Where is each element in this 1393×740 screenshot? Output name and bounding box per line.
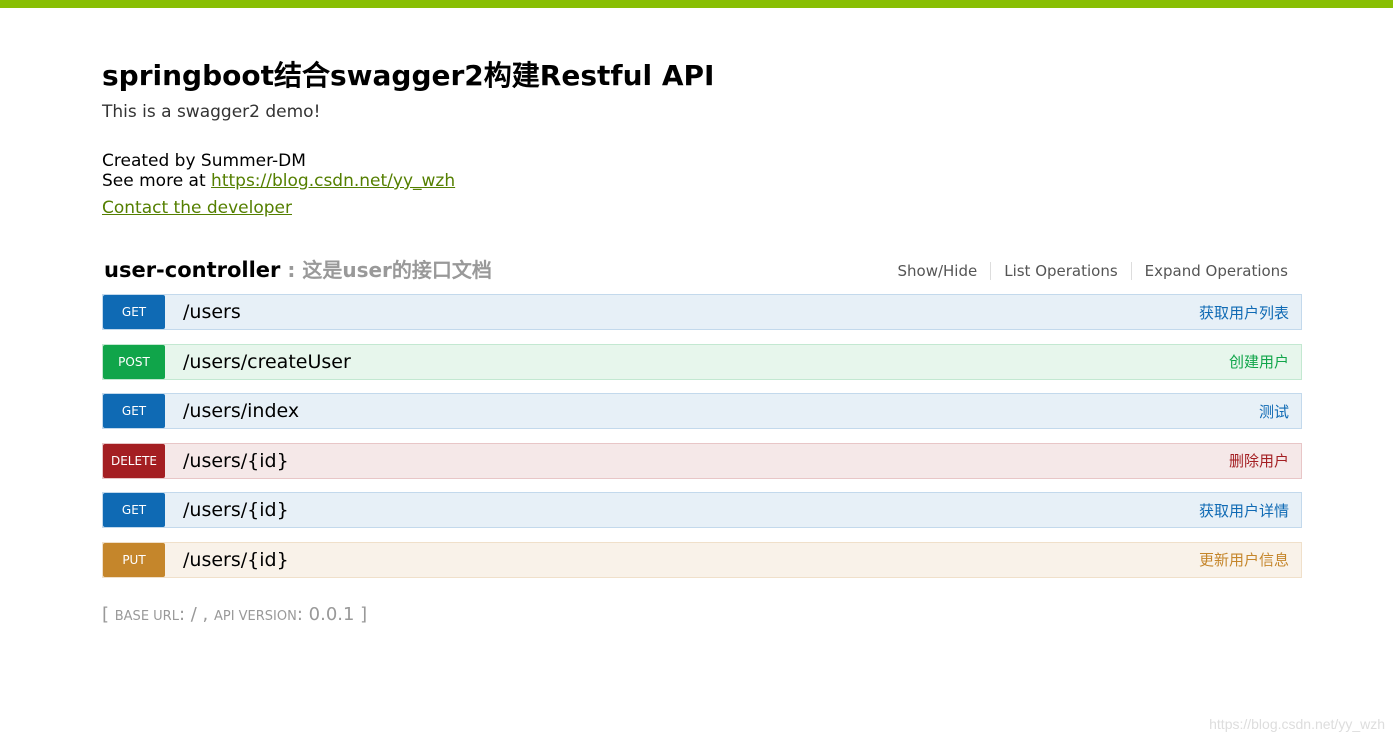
method-badge[interactable]: GET bbox=[103, 295, 165, 329]
operation-summary[interactable]: 删除用户 bbox=[1229, 450, 1289, 471]
operation-get-users-index[interactable]: GET /users/index 测试 bbox=[102, 393, 1302, 430]
base-url-label: base url bbox=[114, 609, 179, 624]
operation-summary[interactable]: 测试 bbox=[1259, 401, 1289, 422]
operation-path[interactable]: /users/createUser bbox=[183, 351, 351, 373]
operation-summary[interactable]: 创建用户 bbox=[1229, 351, 1289, 372]
see-more-line: See more at https://blog.csdn.net/yy_wzh bbox=[102, 171, 455, 191]
watermark-text: https://blog.csdn.net/yy_wzh bbox=[1209, 716, 1385, 732]
operation-put-user[interactable]: PUT /users/{id} 更新用户信息 bbox=[102, 541, 1302, 578]
operation-post-create-user[interactable]: POST /users/createUser 创建用户 bbox=[102, 343, 1302, 380]
api-info: Created by Summer-DM See more at https:/… bbox=[102, 151, 455, 191]
operation-summary[interactable]: 获取用户列表 bbox=[1199, 302, 1289, 323]
operation-path[interactable]: /users/{id} bbox=[183, 499, 289, 521]
controller-options: Show/Hide List Operations Expand Operati… bbox=[884, 262, 1288, 280]
operation-path[interactable]: /users bbox=[183, 301, 241, 323]
operation-path[interactable]: /users/{id} bbox=[183, 549, 289, 571]
controller-description: : 这是user的接口文档 bbox=[280, 258, 492, 282]
method-badge[interactable]: POST bbox=[103, 344, 165, 379]
list-operations-link[interactable]: List Operations bbox=[990, 262, 1130, 280]
controller-heading[interactable]: user-controller : 这是user的接口文档 bbox=[104, 254, 492, 283]
contact-developer-link[interactable]: Contact the developer bbox=[102, 198, 292, 218]
operation-get-user-detail[interactable]: GET /users/{id} 获取用户详情 bbox=[102, 492, 1302, 529]
api-version-label: api version bbox=[213, 609, 297, 624]
operation-path[interactable]: /users/{id} bbox=[183, 450, 289, 472]
see-more-prefix: See more at bbox=[102, 171, 212, 191]
show-hide-link[interactable]: Show/Hide bbox=[884, 262, 990, 280]
api-version-value: : 0.0.1 ] bbox=[296, 604, 368, 625]
base-url-value: : / , bbox=[178, 604, 214, 625]
method-badge[interactable]: DELETE bbox=[103, 443, 165, 478]
operation-summary[interactable]: 更新用户信息 bbox=[1199, 549, 1289, 570]
see-more-link[interactable]: https://blog.csdn.net/yy_wzh bbox=[211, 171, 455, 191]
expand-operations-link[interactable]: Expand Operations bbox=[1130, 262, 1288, 280]
operation-path[interactable]: /users/index bbox=[183, 400, 299, 422]
method-badge[interactable]: PUT bbox=[103, 542, 165, 577]
api-footer-info: [ base url: / , api version: 0.0.1 ] bbox=[102, 604, 367, 625]
api-title: springboot结合swagger2构建Restful API bbox=[102, 59, 715, 92]
method-badge[interactable]: GET bbox=[103, 394, 165, 429]
operations-list: GET /users 获取用户列表 POST /users/createUser… bbox=[102, 294, 1302, 592]
controller-name[interactable]: user-controller bbox=[104, 258, 280, 282]
footer-open-bracket: [ bbox=[102, 604, 115, 625]
operation-delete-user[interactable]: DELETE /users/{id} 删除用户 bbox=[102, 442, 1302, 479]
method-badge[interactable]: GET bbox=[103, 493, 165, 528]
created-by-text: Created by Summer-DM bbox=[102, 151, 306, 171]
top-accent-bar bbox=[0, 0, 1393, 8]
operation-get-users[interactable]: GET /users 获取用户列表 bbox=[102, 294, 1302, 330]
api-description: This is a swagger2 demo! bbox=[102, 102, 321, 122]
operation-summary[interactable]: 获取用户详情 bbox=[1199, 500, 1289, 521]
